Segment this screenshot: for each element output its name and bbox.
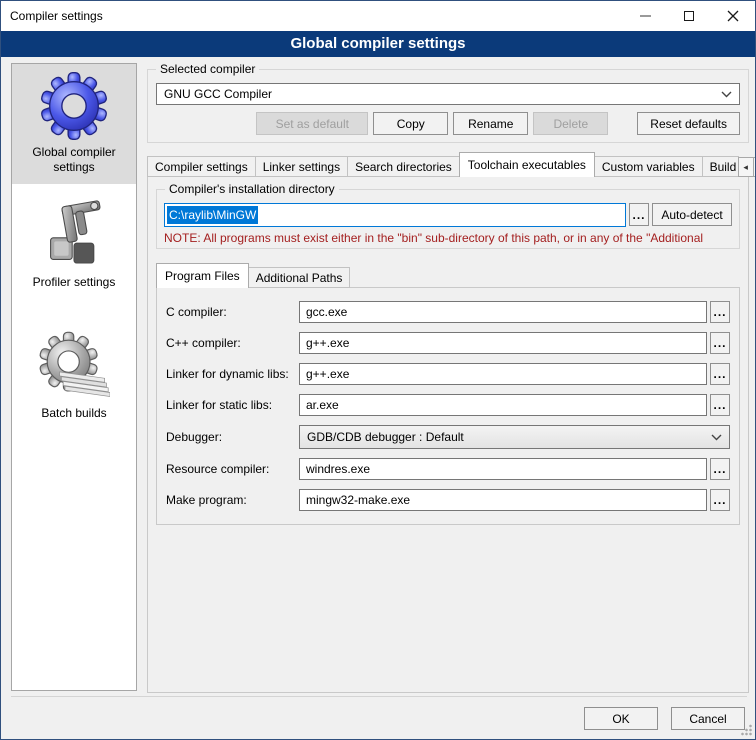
linker-for-dynamic-libs-browse-button[interactable]: ... [710,363,730,385]
copy-button[interactable]: Copy [373,112,448,135]
field-row-c-compiler: C++ compiler: g++.exe... [166,332,730,354]
tab-custom-variables[interactable]: Custom variables [594,156,703,177]
sidebar-item-label: Batch builds [14,406,134,421]
input-value: gcc.exe [306,305,347,319]
tab-additional-paths[interactable]: Additional Paths [248,267,351,288]
field-label: Resource compiler: [166,462,299,476]
field-row-linker-for-static-libs: Linker for static libs: ar.exe... [166,394,730,416]
title-bar: Compiler settings [1,1,755,31]
input-value: g++.exe [306,367,349,381]
ok-button[interactable]: OK [584,707,658,730]
close-icon [727,10,739,22]
input-value: windres.exe [306,462,370,476]
auto-detect-button[interactable]: Auto-detect [652,203,732,226]
compiler-button-row: Set as defaultCopyRenameDelete Reset defa… [156,112,740,135]
sidebar-item-batch-builds[interactable]: Batch builds [12,325,136,430]
install-dir-row: C:\raylib\MinGW ... Auto-detect [164,203,732,227]
chevron-down-icon [721,91,732,98]
input-value: ar.exe [306,398,339,412]
linker-for-static-libs-input[interactable]: ar.exe [299,394,707,416]
sidebar-item-label: Profiler settings [14,275,134,290]
program-files-tab-strip: Program FilesAdditional Paths [156,263,740,288]
tab-search-directories[interactable]: Search directories [347,156,460,177]
selected-compiler-label: Selected compiler [156,62,259,76]
footer-buttons: OK Cancel [584,707,745,730]
field-row-linker-for-dynamic-libs: Linker for dynamic libs: g++.exe... [166,363,730,385]
resource-compiler-input[interactable]: windres.exe [299,458,707,480]
maximize-button[interactable] [667,2,711,31]
field-label: Linker for dynamic libs: [166,367,299,381]
field-label: Make program: [166,493,299,507]
c-compiler-input[interactable]: gcc.exe [299,301,707,323]
field-row-debugger: Debugger: GDB/CDB debugger : Default [166,425,730,449]
c-compiler-browse-button[interactable]: ... [710,301,730,323]
tab-scroll-buttons: ◂ ▸ [739,157,756,177]
tab-scroll-left-button[interactable]: ◂ [738,157,754,177]
chevron-down-icon [711,434,722,441]
field-row-make-program: Make program: mingw32-make.exe... [166,489,730,511]
reset-defaults-button[interactable]: Reset defaults [637,112,740,135]
set-as-default-button: Set as default [256,112,368,135]
input-value: mingw32-make.exe [306,493,410,507]
make-program-input[interactable]: mingw32-make.exe [299,489,707,511]
selected-compiler-group: Selected compiler GNU GCC Compiler Set a… [147,69,749,143]
window-title: Compiler settings [1,9,623,23]
subtab-list: Program FilesAdditional Paths [156,263,350,288]
field-label: C++ compiler: [166,336,299,350]
batch-builds-icon [38,331,110,403]
settings-tab-strip: Compiler settingsLinker settingsSearch d… [147,152,749,177]
page-title: Global compiler settings [1,31,755,57]
tab-program-files[interactable]: Program Files [156,263,249,288]
field-label: C compiler: [166,305,299,319]
minimize-button[interactable] [623,2,667,31]
blue-gear-icon [38,70,110,142]
c-compiler-input[interactable]: g++.exe [299,332,707,354]
resource-compiler-browse-button[interactable]: ... [710,458,730,480]
sidebar-item-global-compiler-settings[interactable]: Global compiler settings [12,64,136,184]
field-label: Debugger: [166,430,299,444]
settings-sidebar: Global compiler settings Profiler settin… [11,63,137,691]
install-dir-value: C:\raylib\MinGW [167,206,258,224]
make-program-browse-button[interactable]: ... [710,489,730,511]
tab-list: Compiler settingsLinker settingsSearch d… [147,152,739,177]
select-value: GDB/CDB debugger : Default [307,430,464,444]
compiler-select-value: GNU GCC Compiler [164,87,272,101]
tab-linker-settings[interactable]: Linker settings [255,156,348,177]
maximize-icon [684,11,694,21]
resize-grip-icon[interactable] [740,724,752,736]
footer-divider [11,696,747,697]
debugger-select[interactable]: GDB/CDB debugger : Default [299,425,730,449]
install-dir-group: Compiler's installation directory C:\ray… [156,189,740,249]
input-value: g++.exe [306,336,349,350]
sidebar-item-label: Global compiler settings [14,145,134,175]
linker-for-static-libs-browse-button[interactable]: ... [710,394,730,416]
sidebar-item-profiler-settings[interactable]: Profiler settings [12,194,136,299]
arrow-left-icon: ◂ [743,162,748,173]
tab-toolchain-executables[interactable]: Toolchain executables [459,152,595,177]
tab-compiler-settings[interactable]: Compiler settings [147,156,256,177]
tab-build-options[interactable]: Build options [702,156,739,177]
delete-button: Delete [533,112,608,135]
field-row-c-compiler: C compiler: gcc.exe... [166,301,730,323]
cancel-button[interactable]: Cancel [671,707,745,730]
close-button[interactable] [711,2,755,31]
profiler-icon [38,200,110,272]
linker-for-dynamic-libs-input[interactable]: g++.exe [299,363,707,385]
field-row-resource-compiler: Resource compiler: windres.exe... [166,458,730,480]
main-panel: Selected compiler GNU GCC Compiler Set a… [147,63,749,691]
c-compiler-browse-button[interactable]: ... [710,332,730,354]
toolchain-executables-page: Compiler's installation directory C:\ray… [147,176,749,693]
compiler-settings-dialog: Compiler settings Global compiler settin… [0,0,756,740]
install-dir-note: NOTE: All programs must exist either in … [164,231,732,245]
install-dir-input[interactable]: C:\raylib\MinGW [164,203,626,227]
tab-scroll-right-button[interactable]: ▸ [753,157,756,177]
install-dir-label: Compiler's installation directory [165,182,339,196]
rename-button[interactable]: Rename [453,112,528,135]
install-dir-browse-button[interactable]: ... [629,203,649,226]
field-label: Linker for static libs: [166,398,299,412]
minimize-icon [640,15,651,17]
compiler-select[interactable]: GNU GCC Compiler [156,83,740,105]
program-files-page: C compiler: gcc.exe... C++ compiler: g++.ex… [156,287,740,525]
